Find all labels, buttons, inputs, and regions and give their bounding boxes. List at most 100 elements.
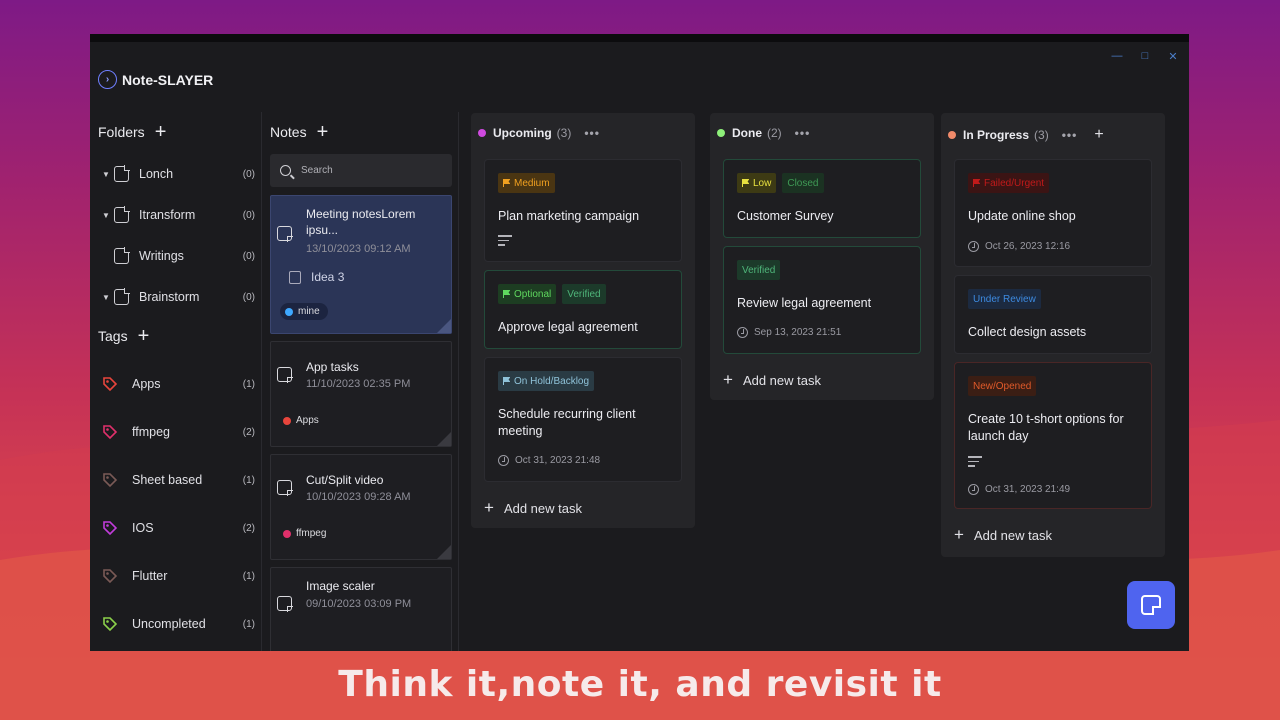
tag-item-sheet-based[interactable]: Sheet based (1) [102,470,255,490]
task-title: Approve legal agreement [498,320,638,334]
tag-item-ffmpeg[interactable]: ffmpeg (2) [102,422,255,442]
chevron-down-icon[interactable]: ▼ [102,211,112,220]
task-card[interactable]: Optional Verified Approve legal agreemen… [484,270,682,349]
note-title: App tasks [306,360,359,374]
maximize-button[interactable]: □ [1139,50,1151,63]
document-icon [289,270,301,284]
priority-badge: Medium [498,173,555,193]
tags-header: Tags + [98,326,149,346]
folder-name: Writings [139,249,184,263]
status-dot [717,129,725,137]
task-card[interactable]: Failed/Urgent Update online shop Oct 26,… [954,159,1152,267]
task-card[interactable]: Medium Plan marketing campaign [484,159,682,262]
note-card-meeting[interactable]: Meeting notesLorem ipsu... 13/10/2023 09… [270,195,452,334]
flag-icon [742,179,749,187]
note-icon [277,480,293,496]
folder-count: (0) [242,250,255,262]
title-bar: › Note-SLAYER — □ ✕ [90,42,1189,112]
tag-icon [103,473,118,488]
badge-label: Failed/Urgent [984,177,1045,189]
lane-done: Done (2) ••• Low Closed Customer Survey [710,113,934,400]
tag-name: IOS [132,521,154,535]
folder-name: Brainstorm [139,290,200,304]
note-card-cut-split[interactable]: Cut/Split video 10/10/2023 09:28 AM ffmp… [270,454,452,560]
folder-icon [114,165,130,182]
task-due-date: Oct 26, 2023 12:16 [968,241,1070,252]
add-folder-button[interactable]: + [155,122,167,142]
tag-icon [103,521,118,536]
task-due-date: Sep 13, 2023 21:51 [737,327,841,338]
tag-icon [103,425,118,440]
flag-icon [503,290,510,298]
task-title: Update online shop [968,209,1076,223]
folder-count: (0) [242,168,255,180]
sub-note-title: Idea 3 [311,270,345,284]
tag-item-ios[interactable]: IOS (2) [102,518,255,538]
more-options-icon[interactable]: ••• [1062,128,1078,142]
status-badge: Verified [562,284,606,304]
task-title: Review legal agreement [737,296,872,310]
app-window: › Note-SLAYER — □ ✕ Folders + ▼ Lonch (0… [90,34,1189,651]
folder-count: (0) [242,291,255,303]
lane-header: Done (2) ••• [717,126,810,140]
priority-badge: Low [737,173,777,193]
folder-item-brainstorm[interactable]: ▼ Brainstorm (0) [102,287,255,307]
chevron-down-icon[interactable]: ▼ [102,293,112,302]
folder-count: (0) [242,209,255,221]
kanban-board: Upcoming (3) ••• Medium Plan marketing c… [460,112,1189,651]
task-card[interactable]: On Hold/Backlog Schedule recurring clien… [484,357,682,482]
note-tag-label: mine [298,306,320,317]
task-card[interactable]: New/Opened Create 10 t-short options for… [954,362,1152,509]
tag-item-uncompleted[interactable]: Uncompleted (1) [102,614,255,634]
add-task-label: Add new task [742,372,821,388]
task-card[interactable]: Verified Review legal agreement Sep 13, … [723,246,921,354]
tag-item-apps[interactable]: Apps (1) [102,374,255,394]
description-icon [968,456,982,470]
folder-item-writings[interactable]: Writings (0) [102,246,255,266]
badge-label: Low [753,177,772,189]
lane-count: (3) [1034,128,1049,142]
task-card[interactable]: Low Closed Customer Survey [723,159,921,238]
note-icon [277,226,293,242]
add-tag-button[interactable]: + [138,326,150,346]
search-input[interactable] [301,165,441,176]
note-tag-label: ffmpeg [296,528,327,539]
note-title: Meeting notesLorem ipsu... [306,207,416,237]
add-task-button[interactable]: + Add new task [723,370,821,390]
close-button[interactable]: ✕ [1167,50,1179,63]
task-due-date: Oct 31, 2023 21:48 [498,455,600,466]
add-task-label: Add new task [503,500,582,516]
folder-item-lonch[interactable]: ▼ Lonch (0) [102,164,255,184]
tag-count: (1) [242,618,255,630]
note-date: 13/10/2023 09:12 AM [306,243,411,255]
badge-label: Optional [514,288,552,300]
note-date: 09/10/2023 03:09 PM [306,598,412,610]
tag-dot-icon [283,529,291,538]
add-note-button[interactable]: + [317,122,329,142]
minimize-button[interactable]: — [1111,50,1123,63]
task-title: Create 10 t-short options for launch day [968,412,1124,443]
more-options-icon[interactable]: ••• [795,126,811,140]
note-card-image-scaler[interactable]: Image scaler 09/10/2023 03:09 PM [270,567,452,651]
chevron-down-icon[interactable]: ▼ [102,170,112,179]
note-tag-label: Apps [296,415,319,426]
folders-panel: Folders + ▼ Lonch (0) ▼ Itransform (0) W… [90,112,262,651]
note-card-app-tasks[interactable]: App tasks 11/10/2023 02:35 PM Apps [270,341,452,447]
priority-badge: Failed/Urgent [968,173,1050,193]
add-task-plus-button[interactable]: + [1094,126,1103,144]
search-box[interactable] [270,154,452,187]
add-task-button[interactable]: + Add new task [484,498,582,518]
add-task-button[interactable]: + Add new task [954,525,1052,545]
task-title: Collect design assets [968,325,1087,339]
flag-icon [973,179,980,187]
task-card[interactable]: Under Review Collect design assets [954,275,1152,354]
new-note-fab-button[interactable] [1127,581,1175,629]
more-options-icon[interactable]: ••• [584,126,600,140]
tags-title: Tags [98,328,128,344]
sub-note-item[interactable]: Idea 3 [289,270,344,284]
folder-item-itransform[interactable]: ▼ Itransform (0) [102,205,255,225]
note-corner-fold [437,545,451,559]
tag-item-flutter[interactable]: Flutter (1) [102,566,255,586]
note-icon [1141,595,1161,615]
folder-icon [114,247,130,264]
